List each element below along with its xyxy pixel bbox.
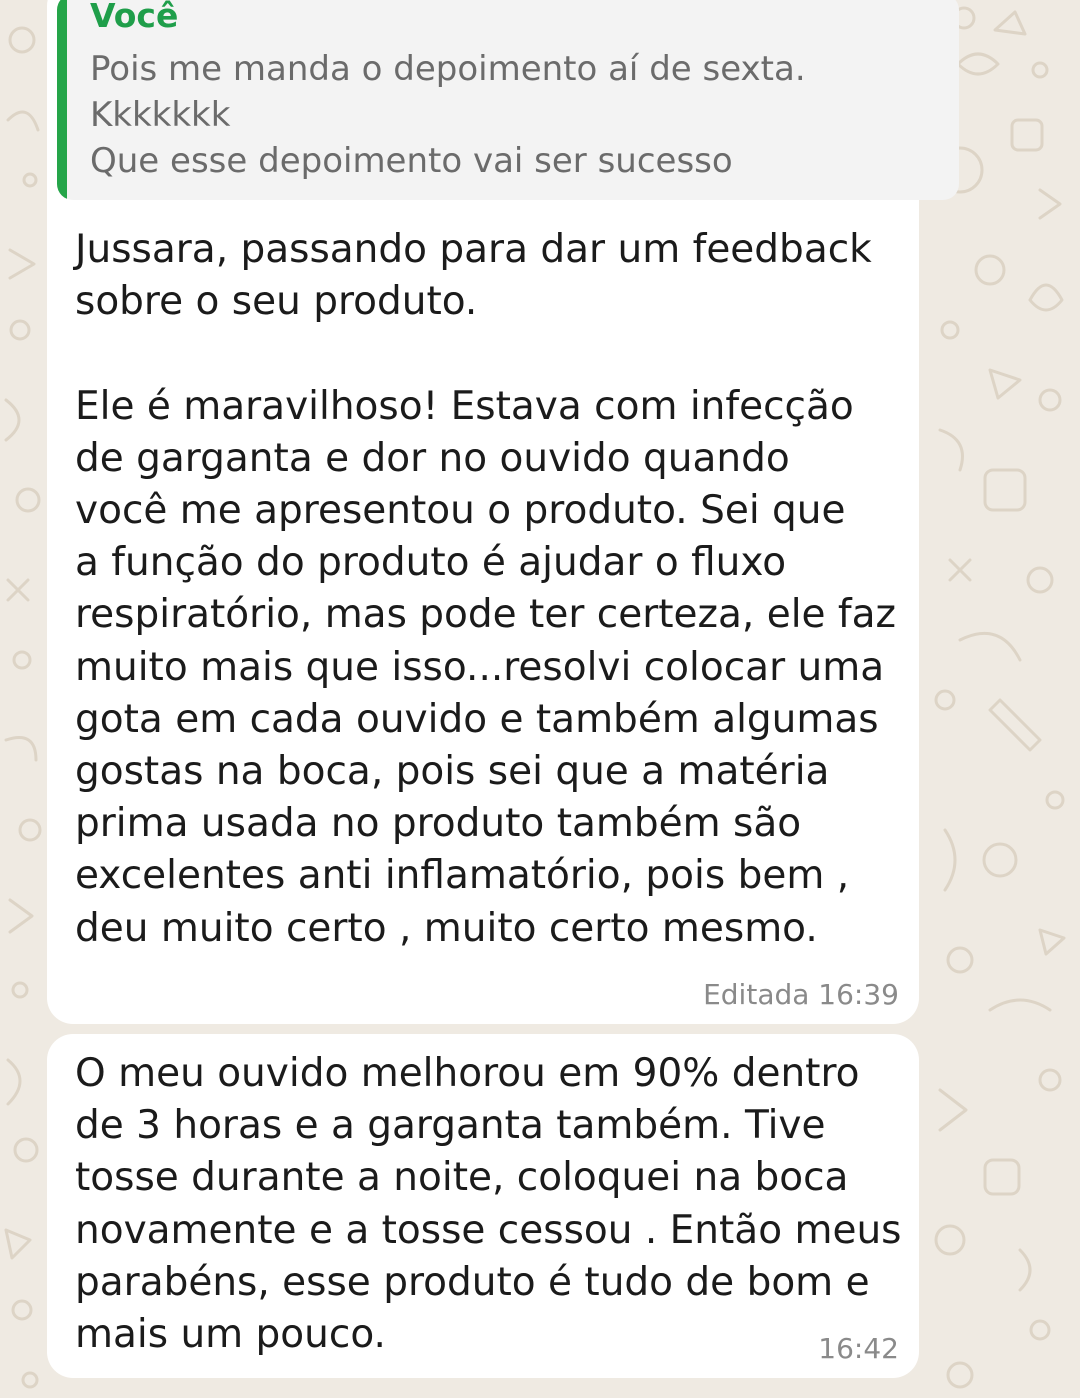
message-timestamp: 16:42 (818, 1332, 899, 1365)
message-timestamp: Editada 16:39 (703, 978, 899, 1011)
quoted-author: Você (90, 0, 179, 35)
quoted-text: Pois me manda o depoimento aí de sexta. … (90, 49, 806, 181)
message-bubble[interactable]: O meu ouvido melhorou em 90% dentro de 3… (47, 1034, 919, 1378)
quote-accent-bar (57, 0, 67, 200)
message-text: Jussara, passando para dar um feedback s… (75, 227, 897, 951)
quoted-message[interactable]: Você Pois me manda o depoimento aí de se… (57, 0, 959, 200)
message-text: O meu ouvido melhorou em 90% dentro de 3… (75, 1051, 902, 1358)
message-bubble[interactable]: Você Pois me manda o depoimento aí de se… (47, 0, 959, 1024)
